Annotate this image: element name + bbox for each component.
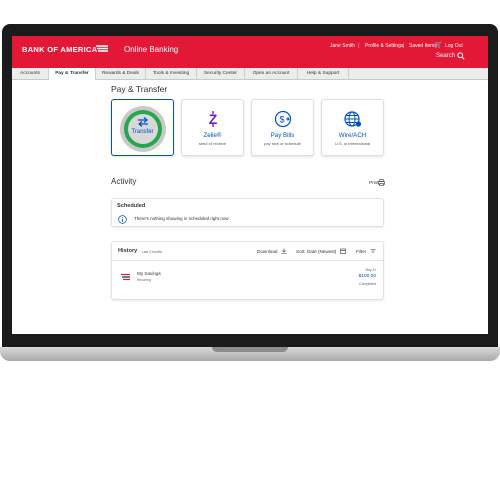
transaction-status: Completed	[359, 282, 376, 286]
sort-dropdown[interactable]: Sort: Date (Newest)	[296, 249, 336, 254]
scheduled-empty-message: There's nothing showing in scheduled rig…	[134, 216, 229, 221]
zelle-icon: Z	[208, 111, 217, 127]
tab-tools-investing[interactable]: Tools & Investing	[146, 68, 197, 80]
zelle-tile-title: Zelle®	[203, 132, 222, 139]
laptop-notch	[212, 347, 288, 352]
main-nav: Accounts Pay & Transfer Rewards & Deals …	[12, 68, 488, 80]
tab-rewards-deals[interactable]: Rewards & Deals	[96, 68, 146, 80]
pay-bills-tile-title: Pay Bills	[270, 132, 295, 139]
transaction-type: Recurring	[137, 278, 151, 282]
history-card: History Last 3 months Download Sort: Dat…	[111, 241, 384, 300]
transfer-tile-title: Transfer	[131, 129, 154, 135]
flag-logo-icon	[96, 45, 108, 52]
zelle-tile-subtitle: send or receive	[198, 141, 227, 146]
page-title: Pay & Transfer	[111, 84, 168, 94]
profile-settings-link[interactable]: Profile & Settings	[365, 43, 403, 49]
online-banking-title: Online Banking	[124, 45, 179, 54]
wire-ach-tile-subtitle: U.S. or international	[334, 141, 371, 146]
scheduled-title: Scheduled	[117, 203, 146, 209]
tab-security-center[interactable]: Security Center	[197, 68, 245, 80]
search-link[interactable]: Search	[436, 53, 455, 59]
calendar-icon[interactable]	[340, 248, 346, 254]
transaction-amount: $100.00	[358, 274, 376, 279]
page-content: Pay & Transfer Transfer Z Zelle® send or…	[12, 80, 488, 334]
header-separator: |	[403, 43, 405, 49]
history-divider	[112, 260, 383, 261]
wire-ach-tile[interactable]: Wire/ACH U.S. or international	[321, 99, 384, 156]
browser-screen: BANK OF AMERICA Online Banking Jane Smit…	[12, 36, 488, 334]
svg-text:$: $	[279, 115, 284, 125]
filter-icon[interactable]	[370, 248, 376, 254]
download-button[interactable]: Download	[257, 249, 277, 254]
download-icon[interactable]	[281, 248, 287, 254]
print-icon[interactable]	[378, 179, 385, 186]
scheduled-card: Scheduled There's nothing showing in sch…	[111, 198, 384, 227]
pay-bills-tile-subtitle: pay now or schedule	[264, 141, 301, 146]
cart-icon[interactable]: 🛒	[434, 41, 443, 49]
globe-icon	[343, 111, 361, 127]
laptop-frame: BANK OF AMERICA Online Banking Jane Smit…	[0, 0, 500, 500]
header-separator: |	[358, 43, 360, 49]
info-icon	[118, 215, 127, 224]
pay-bills-icon: $	[274, 110, 291, 128]
zelle-tile[interactable]: Z Zelle® send or receive	[181, 99, 244, 156]
brand-logo[interactable]: BANK OF AMERICA	[22, 45, 97, 54]
search-icon[interactable]	[457, 52, 465, 60]
transfer-arrows-icon	[138, 117, 148, 127]
tab-help-support[interactable]: Help & Support	[298, 68, 349, 80]
user-name-link[interactable]: Jane Smith	[330, 43, 355, 49]
tab-accounts[interactable]: Accounts	[12, 68, 49, 80]
wire-ach-tile-title: Wire/ACH	[338, 132, 367, 139]
top-header: BANK OF AMERICA Online Banking Jane Smit…	[12, 36, 488, 68]
saved-items-link[interactable]: Saved Items	[409, 43, 437, 49]
tab-open-account[interactable]: Open an Account	[245, 68, 298, 80]
history-range: Last 3 months	[142, 250, 163, 254]
filter-button[interactable]: Filter	[356, 249, 366, 254]
bank-flag-icon	[121, 273, 130, 281]
activity-title: Activity	[111, 177, 137, 186]
tab-pay-transfer[interactable]: Pay & Transfer	[49, 68, 96, 80]
history-title: History	[118, 248, 138, 254]
transaction-name[interactable]: My Savings	[137, 271, 161, 276]
logout-link[interactable]: Log Out	[445, 43, 463, 49]
transfer-tile[interactable]: Transfer	[111, 99, 174, 156]
pay-bills-tile[interactable]: $ Pay Bills pay now or schedule	[251, 99, 314, 156]
transaction-date: May 31	[365, 268, 376, 272]
